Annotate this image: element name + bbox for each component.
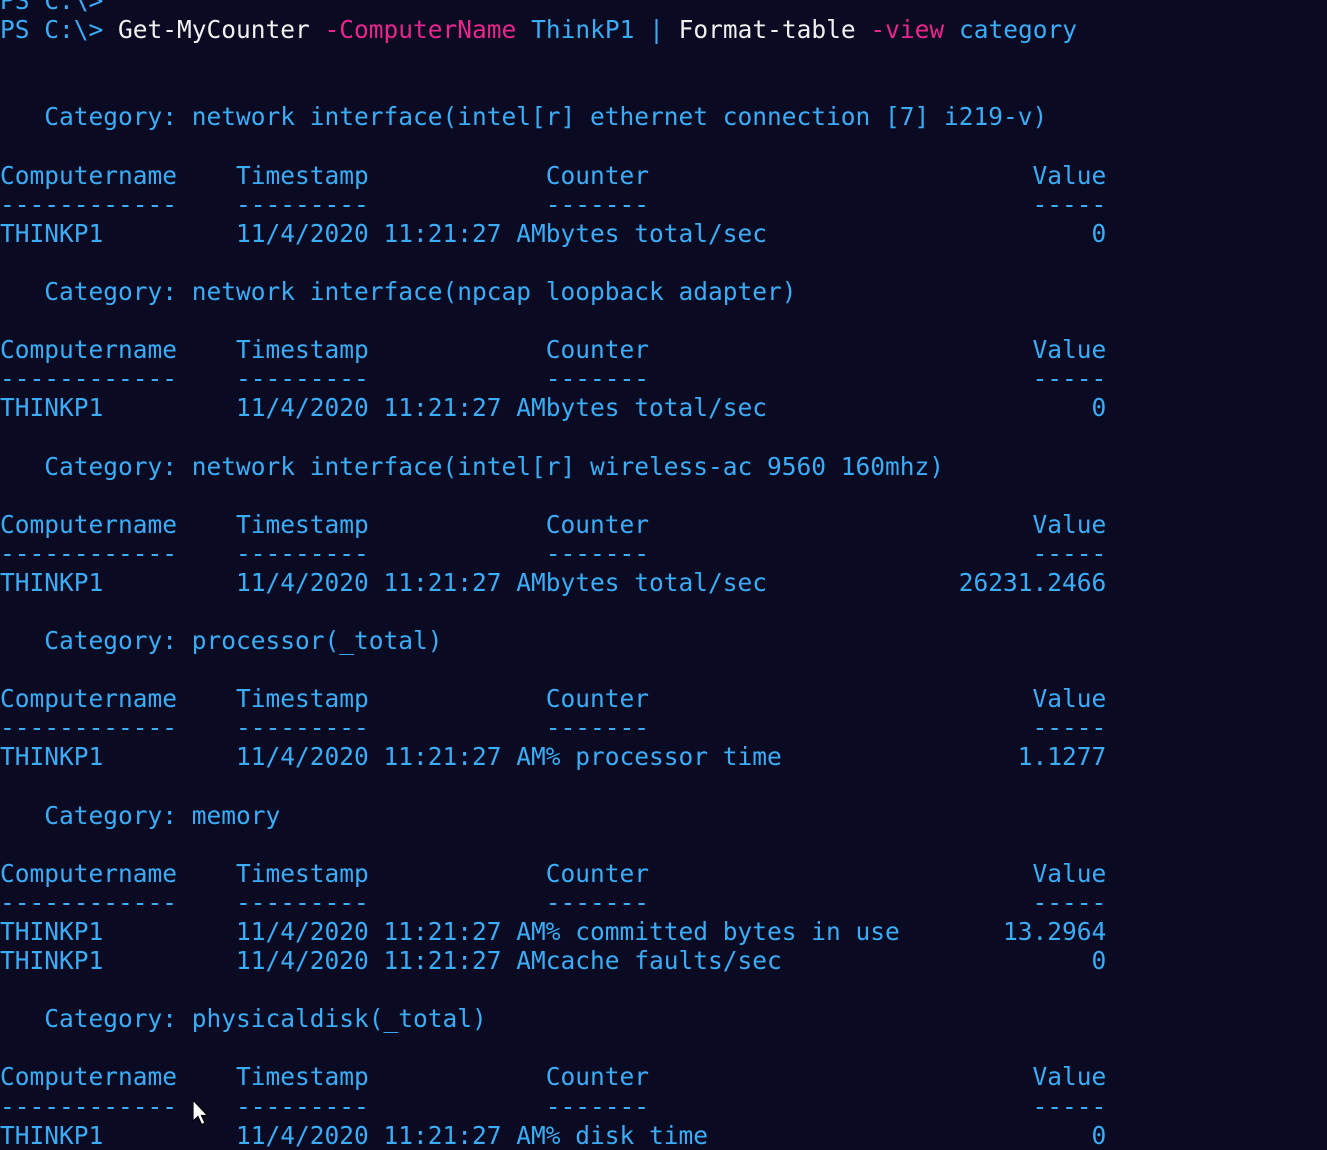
table-row: THINKP1 11/4/2020 11:21:27 AMbytes total… [0, 219, 1327, 248]
category-text: Category: physicaldisk(_total) [0, 1004, 487, 1034]
table-row: THINKP1 11/4/2020 11:21:27 AMbytes total… [0, 393, 1327, 422]
table-header-text: Computername Timestamp Counter Value [0, 509, 1107, 539]
category-heading: Category: network interface(intel[r] eth… [0, 102, 1327, 131]
category-text: Category: network interface(intel[r] eth… [0, 102, 1048, 132]
table-row-text: THINKP1 11/4/2020 11:21:27 AMbytes total… [0, 218, 1107, 248]
table-rule-row: ------------ --------- ------- ----- [0, 1092, 1327, 1121]
table-row-text: THINKP1 11/4/2020 11:21:27 AM% processor… [0, 742, 1107, 772]
terminal-scroll-content: PS C:\> PS C:\> Get-MyCounter -ComputerNa… [0, 0, 1327, 1150]
table-rule-text: ------------ --------- ------- ----- [0, 189, 1107, 219]
table-header-row: Computername Timestamp Counter Value [0, 859, 1327, 888]
category-text: Category: processor(_total) [0, 626, 443, 656]
prompt-line-partial: PS C:\> [0, 0, 1327, 15]
category-heading: Category: network interface(intel[r] wir… [0, 452, 1327, 481]
value-view: category [958, 15, 1077, 45]
cmdlet-name: Get-MyCounter [118, 15, 310, 45]
table-rule-text: ------------ --------- ------- ----- [0, 1091, 1107, 1121]
category-heading: Category: processor(_total) [0, 626, 1327, 655]
table-row: THINKP1 11/4/2020 11:21:27 AM% committed… [0, 917, 1327, 946]
table-rule-text: ------------ --------- ------- ----- [0, 887, 1107, 917]
prompt-text: PS C:\> [0, 15, 119, 45]
table-rule-row: ------------ --------- ------- ----- [0, 539, 1327, 568]
table-header-row: Computername Timestamp Counter Value [0, 684, 1327, 713]
table-row-text: THINKP1 11/4/2020 11:21:27 AMbytes total… [0, 393, 1107, 423]
table-row-text: THINKP1 11/4/2020 11:21:27 AM% committed… [0, 917, 1107, 946]
table-header-text: Computername Timestamp Counter Value [0, 858, 1107, 888]
table-header-row: Computername Timestamp Counter Value [0, 335, 1327, 364]
category-heading: Category: network interface(npcap loopba… [0, 277, 1327, 306]
category-text: Category: network interface(intel[r] wir… [0, 451, 945, 481]
pipe-operator: | [649, 15, 664, 45]
table-rule-text: ------------ --------- ------- ----- [0, 713, 1107, 743]
category-text: Category: network interface(npcap loopba… [0, 276, 797, 306]
table-row: THINKP1 11/4/2020 11:21:27 AM% disk time… [0, 1121, 1327, 1150]
command-line[interactable]: PS C:\> Get-MyCounter -ComputerName Thin… [0, 15, 1327, 44]
category-text: Category: memory [0, 800, 281, 830]
table-row-text: THINKP1 11/4/2020 11:21:27 AMbytes total… [0, 567, 1107, 597]
cmdlet-format-table: Format-table [678, 15, 856, 45]
table-header-row: Computername Timestamp Counter Value [0, 510, 1327, 539]
table-rule-row: ------------ --------- ------- ----- [0, 190, 1327, 219]
table-row-text: THINKP1 11/4/2020 11:21:27 AMcache fault… [0, 946, 1107, 976]
table-rule-row: ------------ --------- ------- ----- [0, 364, 1327, 393]
prompt-text: PS C:\> [0, 0, 104, 15]
table-header-row: Computername Timestamp Counter Value [0, 161, 1327, 190]
category-heading: Category: physicaldisk(_total) [0, 1004, 1327, 1033]
value-computername: ThinkP1 [531, 15, 635, 45]
table-row: THINKP1 11/4/2020 11:21:27 AMbytes total… [0, 568, 1327, 597]
table-row: THINKP1 11/4/2020 11:21:27 AM% processor… [0, 742, 1327, 771]
table-rule-row: ------------ --------- ------- ----- [0, 713, 1327, 742]
param-computername: -ComputerName [324, 15, 517, 45]
table-row-text: THINKP1 11/4/2020 11:21:27 AM% disk time… [0, 1120, 1107, 1150]
table-header-text: Computername Timestamp Counter Value [0, 684, 1107, 714]
table-rule-row: ------------ --------- ------- ----- [0, 888, 1327, 917]
table-rule-text: ------------ --------- ------- ----- [0, 538, 1107, 568]
param-view: -view [870, 15, 945, 45]
category-heading: Category: memory [0, 801, 1327, 830]
terminal-output-pane[interactable]: PS C:\> PS C:\> Get-MyCounter -ComputerNa… [0, 0, 1327, 1150]
table-row: THINKP1 11/4/2020 11:21:27 AMcache fault… [0, 946, 1327, 975]
table-header-row: Computername Timestamp Counter Value [0, 1062, 1327, 1091]
table-header-text: Computername Timestamp Counter Value [0, 160, 1107, 190]
table-header-text: Computername Timestamp Counter Value [0, 1062, 1107, 1092]
table-rule-text: ------------ --------- ------- ----- [0, 364, 1107, 394]
table-header-text: Computername Timestamp Counter Value [0, 335, 1107, 365]
